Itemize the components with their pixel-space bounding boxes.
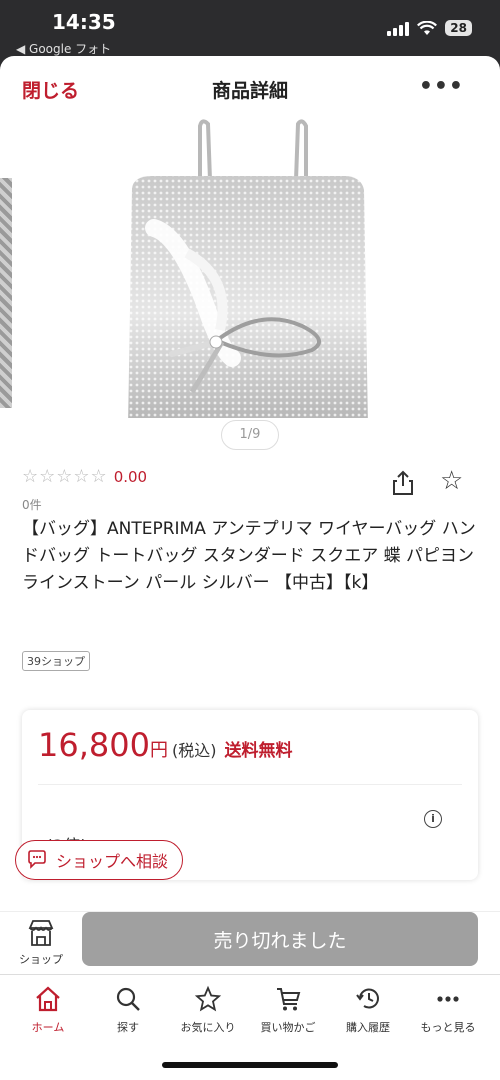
image-gallery[interactable] [0, 118, 500, 418]
tab-home-label: ホーム [31, 1021, 65, 1034]
status-time: 14:35 [52, 10, 116, 34]
divider [38, 784, 462, 785]
search-icon [116, 987, 140, 1011]
rating-stars: ☆☆☆☆☆ [22, 466, 108, 487]
purchase-bar: ショップ 売り切れました [0, 911, 500, 975]
tab-search-label: 探す [117, 1021, 139, 1034]
tab-favorites[interactable]: お気に入り [168, 983, 248, 1035]
chat-icon [28, 850, 46, 869]
info-icon[interactable]: i [424, 810, 442, 828]
tab-more[interactable]: もっと見る [408, 983, 488, 1035]
consult-shop-button[interactable]: ショップへ相談 [15, 840, 184, 880]
tax-note: (税込) [171, 741, 217, 760]
status-bar: 14:35 ◀ Google フォト 28 [0, 0, 500, 58]
shop-label: ショップ [19, 953, 63, 966]
tab-search[interactable]: 探す [88, 983, 168, 1035]
cart-icon [277, 988, 301, 1011]
status-icons: 28 [387, 20, 472, 36]
tab-more-label: もっと見る [420, 1021, 476, 1034]
review-count: 0件 [22, 498, 42, 512]
price-line: 16,800 円 (税込) 送料無料 [38, 726, 292, 764]
image-pager: 1/9 [221, 420, 279, 450]
consult-label: ショップへ相談 [56, 852, 169, 871]
more-icon [437, 996, 459, 1002]
sold-out-button: 売り切れました [82, 912, 478, 966]
tab-home[interactable]: ホーム [8, 983, 88, 1035]
rating-score: 0.00 [113, 467, 148, 486]
favorite-star-icon[interactable]: ☆ [440, 468, 463, 494]
star-icon [194, 985, 222, 1012]
tab-cart-label: 買い物かご [260, 1021, 316, 1034]
tab-cart[interactable]: 買い物かご [248, 983, 328, 1035]
history-icon [356, 988, 379, 1009]
tab-history-label: 購入履歴 [346, 1021, 390, 1034]
rating-summary[interactable]: ☆☆☆☆☆ 0.00 [22, 466, 147, 487]
tab-favorites-label: お気に入り [180, 1021, 236, 1034]
previous-image-peek[interactable] [0, 178, 12, 408]
more-options-button[interactable]: ••• [419, 74, 464, 99]
price-unit: 円 [149, 740, 168, 761]
product-name: 【バッグ】ANTEPRIMA アンテプリマ ワイヤーバッグ ハンドバッグ トート… [22, 519, 476, 593]
header: 閉じる 商品詳細 ••• [0, 56, 500, 118]
signal-icon [387, 20, 410, 36]
product-image[interactable] [92, 118, 412, 418]
shop-badge: 39ショップ [22, 651, 90, 671]
home-icon [36, 986, 60, 1012]
shop-button[interactable]: ショップ [14, 918, 68, 967]
shop-icon [28, 920, 54, 946]
share-icon[interactable] [391, 470, 415, 496]
back-to-app-link[interactable]: ◀ Google フォト [16, 40, 111, 57]
battery-indicator: 28 [445, 20, 472, 36]
wifi-icon [417, 20, 438, 35]
home-indicator [162, 1062, 338, 1068]
phone-screen: 14:35 ◀ Google フォト 28 閉じる 商品詳細 ••• 1/9 ☆… [0, 0, 500, 1080]
tab-history[interactable]: 購入履歴 [328, 983, 408, 1035]
free-shipping-label: 送料無料 [224, 741, 293, 761]
price-amount: 16,800 [38, 726, 150, 764]
